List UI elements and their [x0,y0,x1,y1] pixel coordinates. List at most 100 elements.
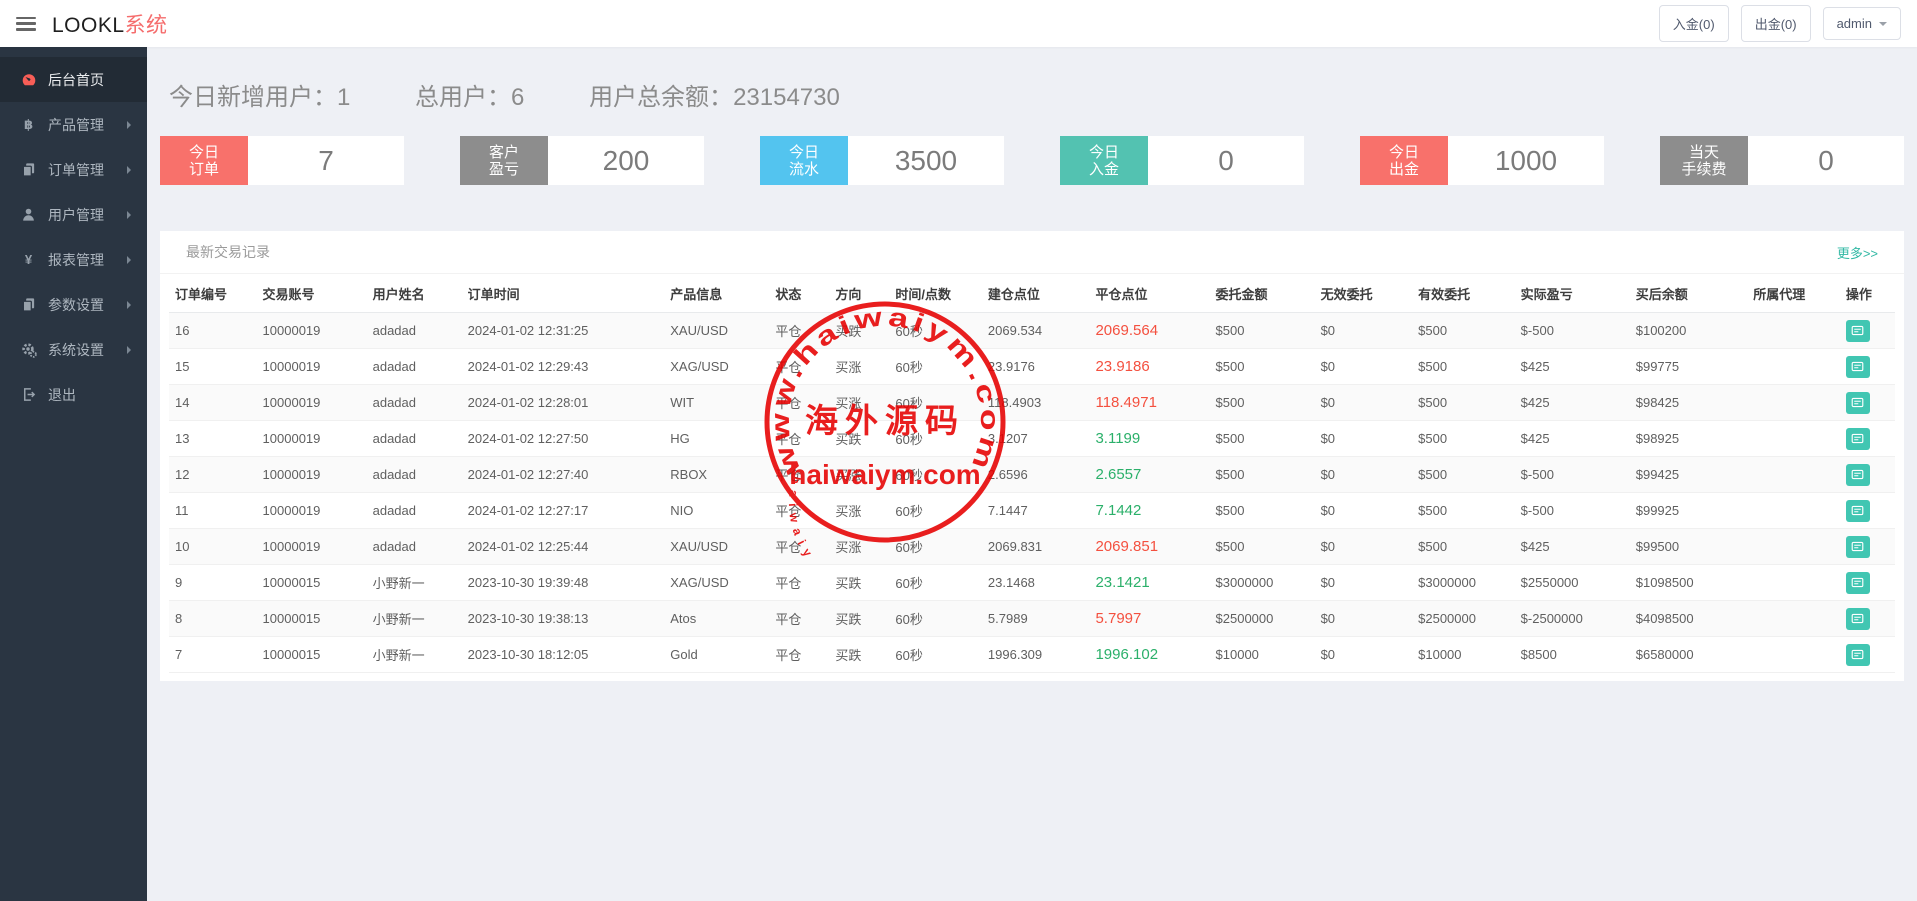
detail-list-icon [1851,360,1864,373]
orders-icon [20,161,37,178]
table-row: 1210000019adadad2024-01-02 12:27:40RBOX平… [169,457,1895,493]
direction: 买涨 [829,457,889,493]
period: 60秒 [889,385,982,421]
column-header: 买后余额 [1630,274,1748,313]
order-detail-button[interactable] [1846,464,1870,486]
direction: 买跌 [829,601,889,637]
status: 平仓 [769,385,829,421]
hamburger-menu-icon[interactable] [16,17,36,31]
order-detail-button[interactable] [1846,500,1870,522]
status: 平仓 [769,313,829,349]
order-time: 2024-01-02 12:25:44 [462,529,665,565]
entrust-amount: $500 [1210,385,1315,421]
order-id: 15 [169,349,257,385]
close-price: 23.1421 [1089,565,1209,601]
order-time: 2023-10-30 19:39:48 [462,565,665,601]
entrust-amount: $500 [1210,493,1315,529]
sidebar-item-label: 参数设置 [48,295,104,315]
close-price: 3.1199 [1089,421,1209,457]
sidebar-menu: 后台首页 ฿产品管理订单管理用户管理 ¥ 报表管理参数设置系统设置退出 [0,47,147,417]
stat-card-6: 当天手续费0 [1660,136,1904,185]
valid-entrust: $2500000 [1412,601,1515,637]
column-header: 产品信息 [664,274,769,313]
stat-card-value: 0 [1148,136,1304,185]
open-price: 23.1468 [982,565,1090,601]
sidebar-item-8[interactable]: 退出 [0,372,147,417]
open-price: 1996.309 [982,637,1090,673]
sidebar-item-label: 退出 [48,385,76,405]
order-id: 7 [169,637,257,673]
app-logo: LOOKL系统 [52,9,168,39]
actual-profit: $-500 [1515,457,1630,493]
close-price: 2069.564 [1089,313,1209,349]
trade-account: 10000019 [257,493,367,529]
sidebar-item-7[interactable]: 系统设置 [0,327,147,372]
dashboard-icon [20,71,37,88]
more-link[interactable]: 更多>> [1837,243,1878,262]
invalid-entrust: $0 [1315,493,1413,529]
deposit-button[interactable]: 入金(0) [1659,5,1729,42]
order-time: 2024-01-02 12:29:43 [462,349,665,385]
order-detail-button[interactable] [1846,644,1870,666]
stat-card-value: 1000 [1448,136,1604,185]
logo-text-red: 系统 [125,14,168,37]
sidebar-item-label: 报表管理 [48,250,104,270]
order-detail-button[interactable] [1846,608,1870,630]
sidebar-item-5[interactable]: ¥ 报表管理 [0,237,147,282]
column-header: 平仓点位 [1089,274,1209,313]
svg-text:฿: ฿ [24,117,33,132]
period: 60秒 [889,457,982,493]
sidebar-item-2[interactable]: ฿产品管理 [0,102,147,147]
order-id: 16 [169,313,257,349]
order-time: 2024-01-02 12:27:17 [462,493,665,529]
open-price: 23.9176 [982,349,1090,385]
valid-entrust: $3000000 [1412,565,1515,601]
balance-after: $99500 [1630,529,1748,565]
svg-text:¥: ¥ [25,252,33,267]
trades-table-body: 1610000019adadad2024-01-02 12:31:25XAU/U… [169,313,1895,673]
chevron-down-icon [1879,22,1887,30]
chevron-right-icon [127,346,135,354]
actual-profit: $425 [1515,385,1630,421]
order-detail-button[interactable] [1846,392,1870,414]
invalid-entrust: $0 [1315,349,1413,385]
column-header: 实际盈亏 [1515,274,1630,313]
actual-profit: $8500 [1515,637,1630,673]
chevron-right-icon [127,166,135,174]
open-price: 2069.534 [982,313,1090,349]
period: 60秒 [889,349,982,385]
params-icon [20,296,37,313]
admin-user-menu[interactable]: admin [1823,7,1901,40]
withdraw-button[interactable]: 出金(0) [1741,5,1811,42]
stat-card-label: 今日入金 [1060,136,1148,185]
sidebar-item-6[interactable]: 参数设置 [0,282,147,327]
order-detail-button[interactable] [1846,572,1870,594]
order-detail-button[interactable] [1846,536,1870,558]
order-time: 2023-10-30 18:12:05 [462,637,665,673]
product-info: RBOX [664,457,769,493]
status: 平仓 [769,565,829,601]
order-detail-button[interactable] [1846,428,1870,450]
order-detail-button[interactable] [1846,356,1870,378]
product-info: XAG/USD [664,349,769,385]
close-price: 1996.102 [1089,637,1209,673]
username: 小野新一 [367,565,462,601]
direction: 买涨 [829,529,889,565]
valid-entrust: $500 [1412,421,1515,457]
detail-list-icon [1851,504,1864,517]
column-header: 所属代理 [1747,274,1840,313]
operation-cell [1840,313,1895,349]
username: adadad [367,421,462,457]
column-header: 用户姓名 [367,274,462,313]
stat-card-label: 今日出金 [1360,136,1448,185]
sidebar-item-1[interactable]: 后台首页 [0,57,147,102]
sidebar-item-3[interactable]: 订单管理 [0,147,147,192]
agent [1747,421,1840,457]
detail-list-icon [1851,468,1864,481]
sidebar-item-4[interactable]: 用户管理 [0,192,147,237]
order-detail-button[interactable] [1846,320,1870,342]
username: adadad [367,493,462,529]
table-row: 1110000019adadad2024-01-02 12:27:17NIO平仓… [169,493,1895,529]
sidebar-item-label: 后台首页 [48,70,104,90]
actual-profit: $-500 [1515,313,1630,349]
